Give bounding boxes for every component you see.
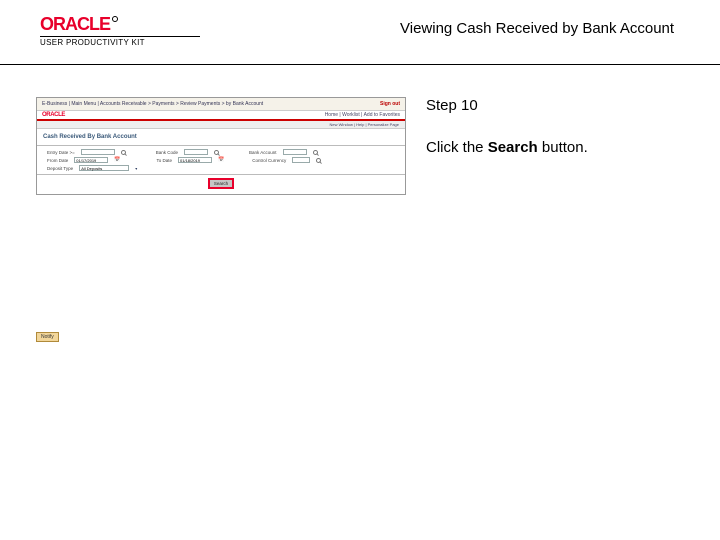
navbar-links[interactable]: Home | Worklist | Add to Favorites (325, 112, 400, 118)
entry-date-field[interactable] (81, 149, 115, 155)
lookup-icon[interactable] (121, 150, 126, 155)
deposit-type-field[interactable]: All Deposits (79, 165, 129, 171)
page-tools[interactable]: New Window | Help | Personalize Page (37, 121, 405, 129)
oracle-mini-logo: ORACLE (42, 112, 65, 118)
bank-account-field[interactable] (283, 149, 307, 155)
currency-label: Control Currency (252, 158, 286, 163)
calendar-icon[interactable]: 📅 (114, 157, 120, 163)
instr-bold: Search (488, 139, 538, 156)
page-title: Viewing Cash Received by Bank Account (200, 14, 700, 37)
bank-code-field[interactable] (184, 149, 208, 155)
oracle-wordmark: ORACLE (40, 14, 110, 35)
bank-code-label: Bank Code (156, 150, 178, 155)
breadcrumb: E-Business | Main Menu | Accounts Receiv… (42, 101, 263, 107)
dropdown-icon[interactable]: ▾ (135, 166, 137, 171)
from-date-field[interactable]: 01/17/2019 (74, 157, 108, 163)
notify-button[interactable]: Notify (36, 332, 59, 342)
signout-link[interactable]: Sign out (380, 101, 400, 107)
bank-account-label: Bank Account (249, 150, 277, 155)
from-date-label: From Date (47, 158, 68, 163)
oracle-upk-logo: ORACLE USER PRODUCTIVITY KIT (40, 14, 200, 47)
step-number: Step 10 (426, 97, 720, 114)
lookup-icon[interactable] (313, 150, 318, 155)
lookup-icon[interactable] (214, 150, 219, 155)
to-date-label: To Date (157, 158, 173, 163)
section-heading: Cash Received By Bank Account (37, 129, 405, 143)
instr-post: button. (538, 139, 588, 156)
entry-date-label: Entry Date >= (47, 150, 75, 155)
search-button[interactable]: Search (209, 179, 233, 188)
deposit-type-label: Deposit Type (47, 166, 73, 171)
upk-subtitle: USER PRODUCTIVITY KIT (40, 36, 200, 47)
calendar-icon[interactable]: 📅 (218, 157, 224, 163)
lookup-icon[interactable] (316, 158, 321, 163)
embedded-screenshot: E-Business | Main Menu | Accounts Receiv… (36, 97, 406, 195)
currency-field[interactable] (292, 157, 310, 163)
instr-pre: Click the (426, 139, 488, 156)
status-area: Notify (36, 325, 418, 343)
instruction-text: Click the Search button. (426, 138, 720, 158)
to-date-field[interactable]: 01/18/2019 (178, 157, 212, 163)
